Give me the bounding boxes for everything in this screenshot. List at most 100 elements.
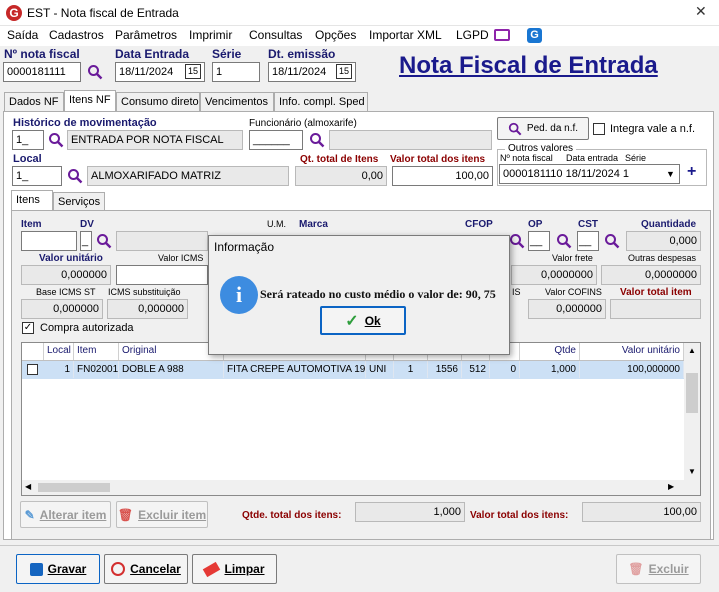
local-code-input[interactable]: 1_ — [12, 166, 62, 186]
menu-opcoes[interactable]: Opções — [315, 28, 356, 42]
check-icon: ✓ — [345, 312, 359, 330]
serie-input[interactable]: 1 — [212, 62, 260, 82]
quantidade-value: 0,000 — [626, 231, 701, 251]
menu-parametros[interactable]: Parâmetros — [115, 28, 177, 42]
tab-vencimentos[interactable]: Vencimentos — [200, 92, 274, 111]
search-icon[interactable] — [96, 233, 112, 249]
marca-label: Marca — [299, 219, 328, 230]
menu-cadastros[interactable]: Cadastros — [49, 28, 104, 42]
cancelar-button[interactable]: Cancelar — [104, 554, 188, 584]
grid-cell-valor-unitario: 100,000000 — [580, 361, 684, 378]
grid-cell-qtde: 1,000 — [520, 361, 580, 378]
dv-input[interactable]: _ — [80, 231, 92, 251]
valor-frete-label: Valor frete — [552, 253, 593, 263]
row-checkbox[interactable] — [27, 364, 38, 375]
menu-lgpd[interactable]: LGPD — [456, 28, 489, 42]
horizontal-scrollbar[interactable]: ◀ ▶ — [22, 480, 700, 495]
scroll-thumb[interactable] — [686, 373, 698, 413]
alterar-item-button[interactable]: ✎ Alterar item — [20, 501, 111, 528]
integra-checkbox[interactable] — [593, 123, 605, 135]
outros-col-data: Data entrada — [566, 153, 619, 163]
search-icon[interactable] — [87, 64, 103, 80]
nota-fiscal-label: Nº nota fiscal — [4, 47, 80, 61]
historico-desc: ENTRADA POR NOTA FISCAL — [67, 130, 243, 150]
bottom-divider — [0, 545, 719, 546]
grid-cell-um: UNI — [366, 361, 394, 378]
ped-nf-button[interactable]: Ped. da n.f. — [497, 117, 589, 140]
menu-consultas[interactable]: Consultas — [249, 28, 302, 42]
table-row[interactable]: 1 FN020014 DOBLE A 988 FITA CREPE AUTOMO… — [22, 361, 684, 379]
excluir-button[interactable]: 🗑 Excluir — [616, 554, 701, 584]
search-icon[interactable] — [509, 233, 525, 249]
alterar-item-label: Alterar item — [39, 507, 107, 522]
dialog-title: Informação — [209, 236, 509, 258]
excluir-item-label: Excluir item — [138, 507, 207, 522]
chevron-down-icon[interactable]: ▼ — [662, 165, 679, 183]
scroll-left-icon[interactable]: ◀ — [25, 482, 31, 491]
menu-imprimir[interactable]: Imprimir — [189, 28, 232, 42]
historico-label: Histórico de movimentação — [13, 117, 157, 129]
eraser-icon — [203, 561, 221, 577]
save-icon — [29, 562, 43, 576]
search-icon[interactable] — [604, 233, 620, 249]
search-icon[interactable] — [48, 132, 64, 148]
tab-itens-nf[interactable]: Itens NF — [64, 90, 116, 112]
scroll-right-icon[interactable]: ▶ — [668, 482, 674, 491]
op-input[interactable]: __ — [528, 231, 550, 251]
tab-servicos[interactable]: Serviços — [53, 192, 105, 211]
nota-fiscal-input[interactable]: 0000181111 — [3, 62, 81, 82]
info-icon: i — [220, 276, 258, 314]
grid-header-local[interactable]: Local — [44, 343, 74, 360]
dialog-message: Será rateado no custo médio o valor de: … — [260, 287, 496, 301]
g-brand-icon[interactable]: G — [527, 28, 542, 43]
limpar-button[interactable]: Limpar — [192, 554, 277, 584]
valor-total-input[interactable]: 100,00 — [392, 166, 493, 186]
cst-input[interactable]: __ — [577, 231, 599, 251]
grid-cell-col8: 512 — [462, 361, 490, 378]
outras-despesas-label: Outras despesas — [628, 253, 697, 263]
historico-code-input[interactable]: 1_ — [12, 130, 44, 150]
valor-cofins-label: Valor COFINS — [545, 287, 602, 297]
menu-importar-xml[interactable]: Importar XML — [369, 28, 442, 42]
valor-total-itens-label: Valor total dos itens: — [470, 510, 569, 521]
grid-header-check — [22, 343, 44, 360]
items-grid[interactable]: Local Item Original Qtde Valor unitário … — [21, 342, 701, 496]
calendar-icon[interactable]: 15 — [185, 64, 201, 79]
excluir-item-button[interactable]: 🗑 Excluir item — [116, 501, 208, 528]
quantidade-label: Quantidade — [641, 219, 697, 230]
outros-valores-select[interactable]: 0000181110 18/11/2024 1 — [499, 164, 680, 184]
gravar-button[interactable]: Gravar — [16, 554, 100, 584]
compra-autorizada-checkbox[interactable]: ✓ — [22, 322, 34, 334]
grid-header-valor-unitario[interactable]: Valor unitário — [580, 343, 684, 360]
close-icon[interactable]: ✕ — [695, 3, 707, 20]
search-icon[interactable] — [67, 168, 83, 184]
scroll-up-icon[interactable]: ▲ — [688, 346, 696, 355]
monitor-icon[interactable] — [494, 29, 510, 41]
search-icon[interactable] — [309, 132, 325, 148]
cst-label: CST — [578, 219, 598, 230]
grid-header-item[interactable]: Item — [74, 343, 119, 360]
trash-icon: 🗑 — [628, 562, 644, 576]
calendar-icon[interactable]: 15 — [336, 64, 352, 79]
tab-dados-nf[interactable]: Dados NF — [4, 92, 64, 111]
grid-cell-col6: 1 — [394, 361, 428, 378]
scroll-h-thumb[interactable] — [38, 483, 110, 492]
grid-cell-original: DOBLE A 988 — [119, 361, 224, 378]
ok-button[interactable]: ✓ Ok — [320, 306, 406, 335]
grid-header-qtde[interactable]: Qtde — [520, 343, 580, 360]
vertical-scrollbar[interactable]: ▲ ▼ — [684, 343, 700, 480]
valor-icms-input[interactable] — [116, 265, 208, 285]
menu-saida[interactable]: Saída — [7, 28, 38, 42]
tab-itens[interactable]: Itens — [11, 190, 53, 211]
dt-emissao-label: Dt. emissão — [268, 47, 336, 61]
excluir-label: Excluir — [648, 562, 689, 576]
tab-info-compl-sped[interactable]: Info. compl. Sped — [274, 92, 368, 111]
plus-icon[interactable]: + — [687, 163, 696, 181]
funcionario-desc — [329, 130, 492, 150]
tab-consumo-direto[interactable]: Consumo direto — [116, 92, 200, 111]
valor-total-label: Valor total dos itens — [390, 154, 486, 165]
item-input[interactable] — [21, 231, 77, 251]
funcionario-input[interactable]: ______ — [249, 130, 303, 150]
search-icon[interactable] — [556, 233, 572, 249]
scroll-down-icon[interactable]: ▼ — [688, 467, 696, 476]
